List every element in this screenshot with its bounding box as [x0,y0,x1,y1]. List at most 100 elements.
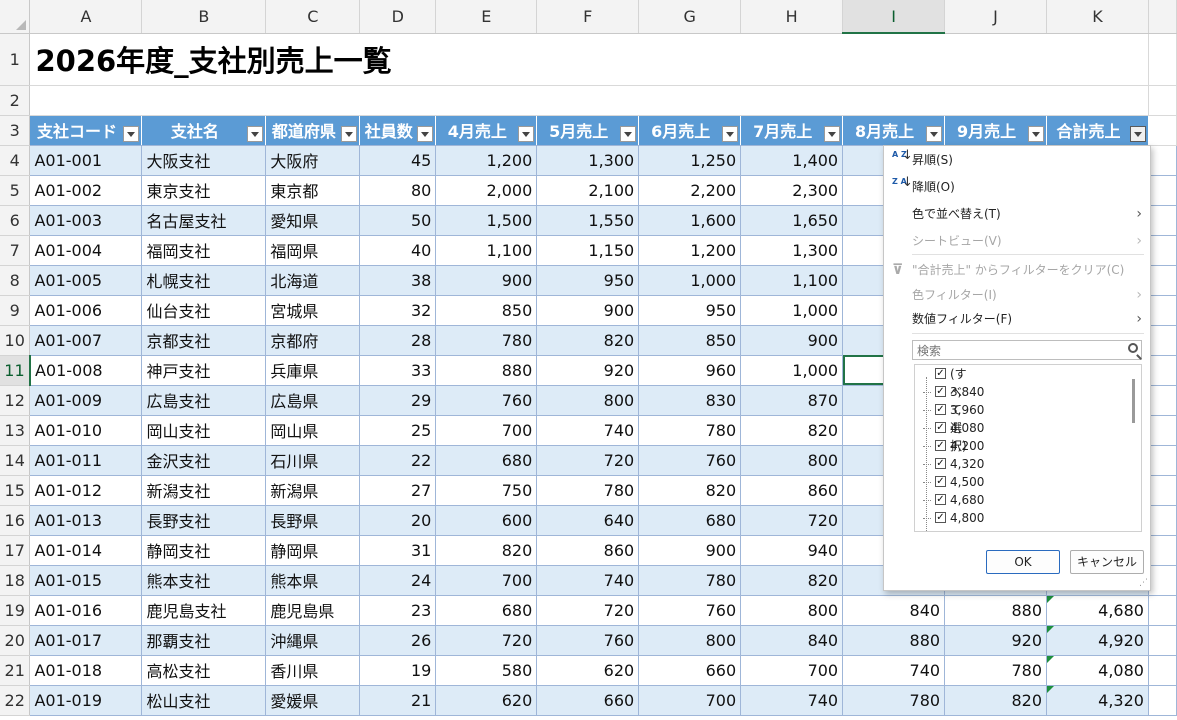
table-cell[interactable]: 900 [740,325,844,356]
table-cell[interactable]: 23 [359,595,437,626]
table-cell[interactable]: 900 [638,535,742,566]
table-cell[interactable]: 1,200 [435,145,538,176]
table-cell[interactable]: A01-011 [29,445,143,476]
row-header[interactable]: 17 [0,535,31,566]
table-cell[interactable]: 780 [842,685,946,716]
table-cell[interactable]: A01-019 [29,685,143,716]
table-cell[interactable]: 820 [638,475,742,506]
table-cell[interactable]: 740 [842,655,946,686]
row-header[interactable]: 13 [0,415,31,446]
table-cell[interactable]: 820 [740,415,844,446]
checkbox-checked-icon[interactable]: ✓ [935,476,946,487]
table-header-cell[interactable]: 4月売上 [435,115,538,146]
table-cell[interactable]: 900 [435,265,538,296]
table-cell[interactable]: 22 [359,445,437,476]
checkbox-checked-icon[interactable]: ✓ [935,404,946,415]
filter-search-box[interactable] [912,340,1142,360]
row-header[interactable]: 8 [0,265,31,296]
row-header[interactable]: 16 [0,505,31,536]
table-header-cell[interactable]: 7月売上 [740,115,844,146]
table-cell[interactable]: A01-018 [29,655,143,686]
table-cell[interactable]: 760 [435,385,538,416]
table-cell[interactable]: 700 [638,685,742,716]
table-cell[interactable]: A01-016 [29,595,143,626]
table-cell[interactable]: 1,300 [740,235,844,266]
table-cell[interactable]: 33 [359,355,437,386]
column-header-e[interactable]: E [435,0,538,34]
sheet-title[interactable]: 2026年度_支社別売上一覧 [29,33,1149,86]
row-header[interactable]: 19 [0,595,31,626]
checkbox-checked-icon[interactable]: ✓ [935,386,946,397]
table-cell[interactable]: 850 [435,295,538,326]
table-cell[interactable]: 仙台支社 [141,295,267,326]
table-cell[interactable]: 長野県 [265,505,361,536]
table-cell[interactable]: 780 [638,415,742,446]
checkbox-checked-icon[interactable]: ✓ [935,494,946,505]
ok-button[interactable]: OK [986,550,1060,574]
table-cell[interactable]: 28 [359,325,437,356]
table-cell[interactable]: 720 [536,445,640,476]
row-header[interactable]: 4 [0,145,31,176]
table-cell[interactable]: 香川県 [265,655,361,686]
table-header-cell[interactable]: 8月売上 [842,115,946,146]
table-header-cell[interactable]: 支社名 [141,115,267,146]
table-cell[interactable]: 4,680 [1046,595,1149,626]
table-cell[interactable]: 620 [536,655,640,686]
table-cell[interactable]: 1,000 [638,265,742,296]
column-header-k[interactable]: K [1046,0,1149,34]
checkbox-checked-icon[interactable]: ✓ [935,440,946,451]
table-cell[interactable]: 大阪府 [265,145,361,176]
filter-dropdown-icon[interactable] [824,125,841,142]
table-cell[interactable]: 京都支社 [141,325,267,356]
column-header-h[interactable]: H [740,0,844,34]
table-cell[interactable]: 熊本支社 [141,565,267,596]
table-cell[interactable]: 720 [536,595,640,626]
table-cell[interactable]: 神戸支社 [141,355,267,386]
table-cell[interactable]: 鹿児島支社 [141,595,267,626]
table-cell[interactable]: 1,300 [536,145,640,176]
table-cell[interactable]: 名古屋支社 [141,205,267,236]
table-cell[interactable]: 1,000 [740,355,844,386]
table-cell[interactable]: 静岡支社 [141,535,267,566]
column-header-b[interactable]: B [141,0,267,34]
table-cell[interactable]: 750 [435,475,538,506]
table-header-cell[interactable]: 都道府県 [265,115,361,146]
table-cell[interactable]: 880 [944,595,1048,626]
table-cell[interactable]: 760 [536,625,640,656]
table-cell[interactable]: 950 [536,265,640,296]
table-cell[interactable]: 50 [359,205,437,236]
checkbox-checked-icon[interactable]: ✓ [935,368,946,379]
row-header[interactable]: 20 [0,625,31,656]
table-cell[interactable]: A01-010 [29,415,143,446]
table-cell[interactable]: 福岡支社 [141,235,267,266]
table-cell[interactable]: 岡山県 [265,415,361,446]
table-cell[interactable]: A01-017 [29,625,143,656]
table-cell[interactable]: 兵庫県 [265,355,361,386]
row-header[interactable]: 11 [0,355,31,386]
table-cell[interactable]: 21 [359,685,437,716]
table-cell[interactable]: A01-004 [29,235,143,266]
table-cell[interactable]: 2,200 [638,175,742,206]
table-cell[interactable]: 静岡県 [265,535,361,566]
table-cell[interactable]: 620 [435,685,538,716]
column-header-j[interactable]: J [944,0,1048,34]
table-cell[interactable]: 850 [638,325,742,356]
row-header[interactable]: 18 [0,565,31,596]
table-cell[interactable]: 北海道 [265,265,361,296]
table-cell[interactable]: 680 [638,505,742,536]
table-cell[interactable]: 680 [435,445,538,476]
table-cell[interactable]: A01-009 [29,385,143,416]
filter-search-input[interactable] [915,342,1119,360]
table-cell[interactable]: 830 [638,385,742,416]
table-cell[interactable]: 20 [359,505,437,536]
table-cell[interactable]: 1,600 [638,205,742,236]
filter-dropdown-icon[interactable] [123,125,140,142]
list-scrollbar[interactable] [1132,379,1135,423]
table-cell[interactable]: 愛知県 [265,205,361,236]
table-cell[interactable]: A01-007 [29,325,143,356]
column-header-i[interactable]: I [842,0,946,34]
row-header[interactable]: 14 [0,445,31,476]
row-header[interactable]: 3 [0,115,31,146]
row-header[interactable]: 5 [0,175,31,206]
table-cell[interactable]: 38 [359,265,437,296]
